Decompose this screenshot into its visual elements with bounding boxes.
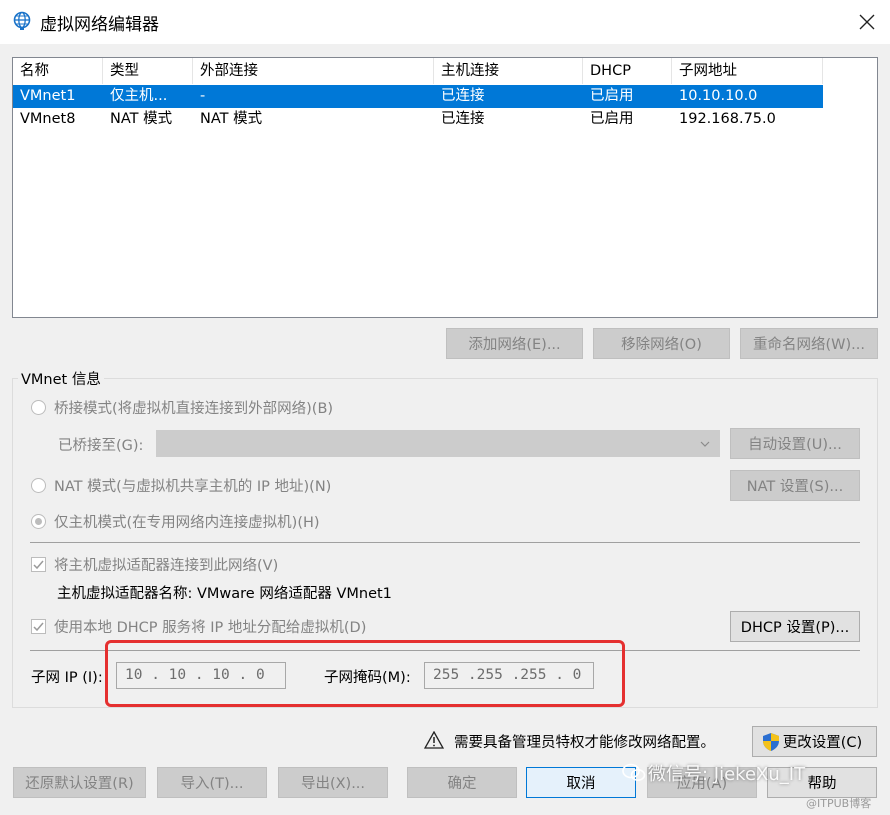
cell-host: 已连接 <box>441 88 485 104</box>
table-row[interactable]: VMnet8 NAT 模式 NAT 模式 已连接 已启用 192.168.75.… <box>13 108 823 131</box>
shield-icon <box>763 733 779 751</box>
bridged-to-label: 已桥接至(G): <box>58 438 144 454</box>
watermark-sub-text: @ITPUB博客 <box>806 797 872 810</box>
cell-name: VMnet8 <box>20 111 76 127</box>
checkmark-icon <box>33 622 44 632</box>
nat-mode-label: NAT 模式(与虚拟机共享主机的 IP 地址)(N) <box>54 479 332 495</box>
bridge-mode-label: 桥接模式(将虚拟机直接连接到外部网络)(B) <box>54 401 334 417</box>
bridge-mode-radio[interactable] <box>31 400 46 415</box>
subnet-ip-label: 子网 IP (I): <box>31 670 103 686</box>
cell-subnet: 192.168.75.0 <box>679 111 776 127</box>
cancel-button[interactable]: 取消 <box>526 767 636 798</box>
use-dhcp-label: 使用本地 DHCP 服务将 IP 地址分配给虚拟机(D) <box>54 620 367 636</box>
ok-button[interactable]: 确定 <box>407 767 517 798</box>
export-button[interactable]: 导出(X)... <box>278 767 388 798</box>
watermark-text: 微信号: JiekeXu_IT <box>648 764 806 785</box>
column-header-host[interactable]: 主机连接 <box>434 58 583 84</box>
column-header-external[interactable]: 外部连接 <box>193 58 434 84</box>
cell-external: - <box>200 88 206 104</box>
rename-network-button[interactable]: 重命名网络(W)... <box>740 328 878 359</box>
vmnet-info-label: VMnet 信息 <box>18 368 104 389</box>
separator <box>30 542 860 543</box>
column-header-type[interactable]: 类型 <box>103 58 193 84</box>
cell-external: NAT 模式 <box>200 111 263 127</box>
connect-adapter-checkbox[interactable] <box>31 557 46 572</box>
close-icon <box>859 14 875 30</box>
cell-type: NAT 模式 <box>110 111 173 127</box>
column-header-subnet[interactable]: 子网地址 <box>672 58 823 84</box>
bridged-to-select[interactable] <box>156 430 720 457</box>
import-button[interactable]: 导入(T)... <box>157 767 267 798</box>
host-only-mode-radio[interactable] <box>31 514 46 529</box>
chevron-down-icon <box>700 441 710 447</box>
adapter-name-text: 主机虚拟适配器名称: VMware 网络适配器 VMnet1 <box>57 586 392 602</box>
wechat-icon <box>622 763 646 781</box>
window-title: 虚拟网络编辑器 <box>40 15 159 35</box>
dhcp-settings-button[interactable]: DHCP 设置(P)... <box>730 611 860 642</box>
admin-warning-text: 需要具备管理员特权才能修改网络配置。 <box>454 735 715 751</box>
close-button[interactable] <box>844 0 890 44</box>
add-network-button[interactable]: 添加网络(E)... <box>446 328 583 359</box>
change-settings-label: 更改设置(C) <box>782 735 863 751</box>
list-header: 名称 类型 外部连接 主机连接 DHCP 子网地址 <box>13 58 823 84</box>
column-header-dhcp[interactable]: DHCP <box>583 58 672 84</box>
title-bar: 虚拟网络编辑器 <box>0 0 890 44</box>
cell-subnet: 10.10.10.0 <box>679 88 758 104</box>
host-only-mode-label: 仅主机模式(在专用网络内连接虚拟机)(H) <box>54 515 320 531</box>
cell-name: VMnet1 <box>20 88 76 104</box>
cell-type: 仅主机... <box>110 88 168 104</box>
nat-mode-radio[interactable] <box>31 478 46 493</box>
column-header-name[interactable]: 名称 <box>13 58 103 84</box>
use-dhcp-checkbox[interactable] <box>31 619 46 634</box>
network-list[interactable]: 名称 类型 外部连接 主机连接 DHCP 子网地址 VMnet1 仅主机... … <box>12 57 878 318</box>
warning-icon <box>424 731 444 749</box>
checkmark-icon <box>33 560 44 570</box>
table-row[interactable]: VMnet1 仅主机... - 已连接 已启用 10.10.10.0 <box>13 85 823 108</box>
annotation-highlight <box>105 640 625 707</box>
auto-settings-button[interactable]: 自动设置(U)... <box>730 428 860 459</box>
connect-adapter-label: 将主机虚拟适配器连接到此网络(V) <box>54 558 279 574</box>
remove-network-button[interactable]: 移除网络(O) <box>593 328 730 359</box>
restore-defaults-button[interactable]: 还原默认设置(R) <box>13 767 146 798</box>
globe-icon <box>13 11 31 30</box>
cell-dhcp: 已启用 <box>590 88 634 104</box>
nat-settings-button[interactable]: NAT 设置(S)... <box>730 470 860 501</box>
cell-dhcp: 已启用 <box>590 111 634 127</box>
change-settings-button[interactable]: 更改设置(C) <box>752 726 877 757</box>
cell-host: 已连接 <box>441 111 485 127</box>
